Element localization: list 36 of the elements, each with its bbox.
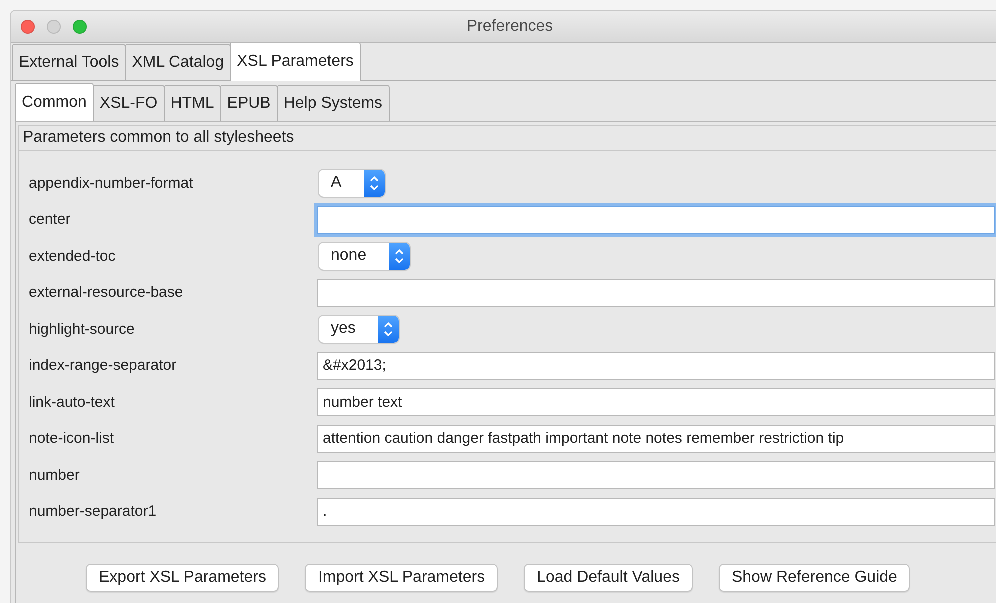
input-field[interactable]: [317, 278, 995, 307]
action-button[interactable]: Load Default Values: [524, 564, 693, 592]
maximize-button[interactable]: [73, 20, 87, 34]
action-button[interactable]: Show Reference Guide: [718, 564, 910, 592]
stepper-icon: [388, 242, 410, 270]
stepper-icon: [378, 316, 399, 343]
parameter-label: note-icon-list: [29, 430, 116, 448]
parameter-label: link-auto-text: [29, 394, 116, 411]
dropdown[interactable]: none: [319, 242, 410, 270]
parameter-label: index-range-separator: [29, 357, 178, 374]
parameter-label: center: [29, 211, 72, 228]
stepper-icon: [364, 170, 385, 197]
action-button[interactable]: Import XSL Parameters: [305, 564, 498, 592]
tab[interactable]: XSL Parameters: [230, 42, 361, 81]
input-field[interactable]: attention caution danger fastpath important note notes remember restriction tip: [317, 424, 995, 453]
parameter-label: external-resource-base: [29, 284, 184, 302]
section-title: Parameters common to all stylesheets: [19, 126, 996, 151]
input-field[interactable]: .: [317, 498, 995, 526]
action-button[interactable]: Export XSL Parameters: [86, 564, 280, 592]
tab[interactable]: External Tools: [12, 44, 126, 80]
input-field[interactable]: &#x2013;: [317, 352, 995, 380]
parameter-label: highlight-source: [29, 320, 136, 338]
parameter-label: appendix-number-format: [29, 174, 194, 192]
minimize-button[interactable]: [47, 20, 61, 34]
input-field[interactable]: [317, 461, 995, 490]
subtab[interactable]: Help Systems: [276, 85, 390, 121]
window-title: Preferences: [466, 18, 554, 36]
parameter-label: number-separator1: [29, 503, 158, 520]
input-field[interactable]: number text: [317, 388, 995, 416]
parameter-label: extended-toc: [29, 248, 117, 265]
input-field[interactable]: [317, 206, 995, 234]
dropdown[interactable]: yes: [319, 316, 399, 343]
close-button[interactable]: [21, 20, 35, 34]
parameter-label: number: [29, 466, 81, 484]
dropdown[interactable]: A: [319, 170, 385, 197]
subtab[interactable]: Common: [15, 83, 94, 122]
